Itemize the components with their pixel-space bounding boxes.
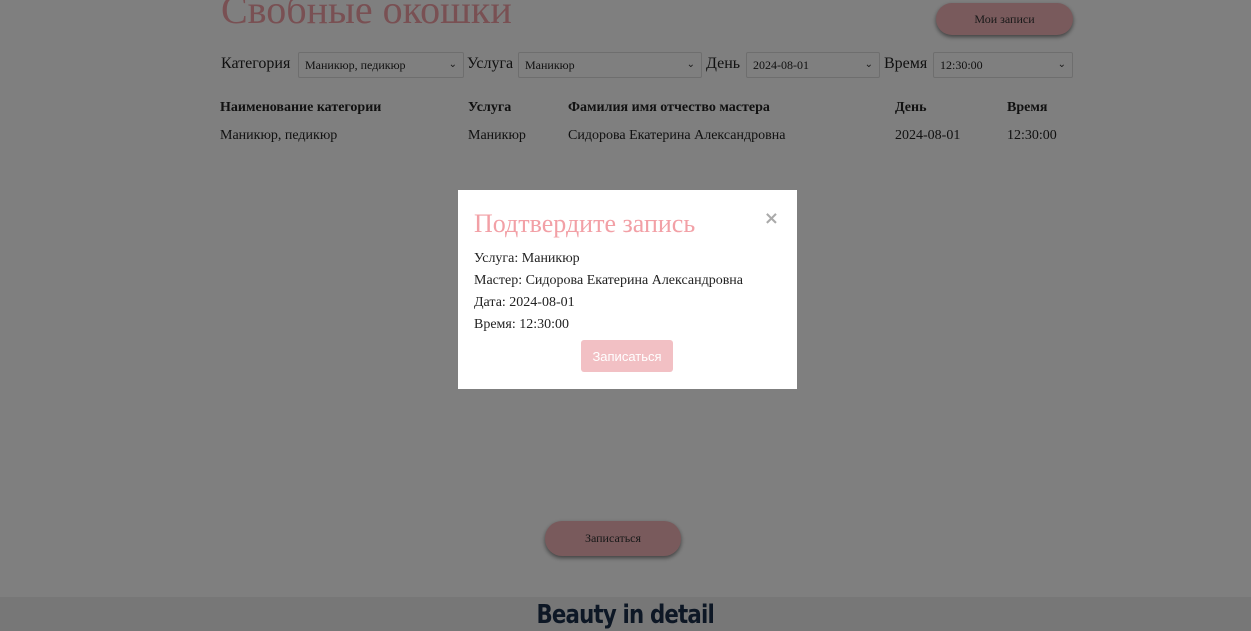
confirm-booking-button[interactable]: Записаться	[581, 340, 673, 372]
modal-date-line: Дата: 2024-08-01	[474, 295, 575, 310]
modal-service-line: Услуга: Маникюр	[474, 251, 580, 266]
confirm-booking-modal: Подтвердите запись × Услуга: Маникюр Мас…	[458, 190, 797, 389]
close-icon[interactable]: ×	[764, 210, 779, 228]
modal-time-line: Время: 12:30:00	[474, 317, 570, 332]
modal-master-line: Мастер: Сидорова Екатерина Александровна	[474, 273, 744, 288]
modal-title: Подтвердите запись	[474, 209, 696, 238]
modal-details: Услуга: Маникюр Мастер: Сидорова Екатери…	[474, 248, 781, 336]
